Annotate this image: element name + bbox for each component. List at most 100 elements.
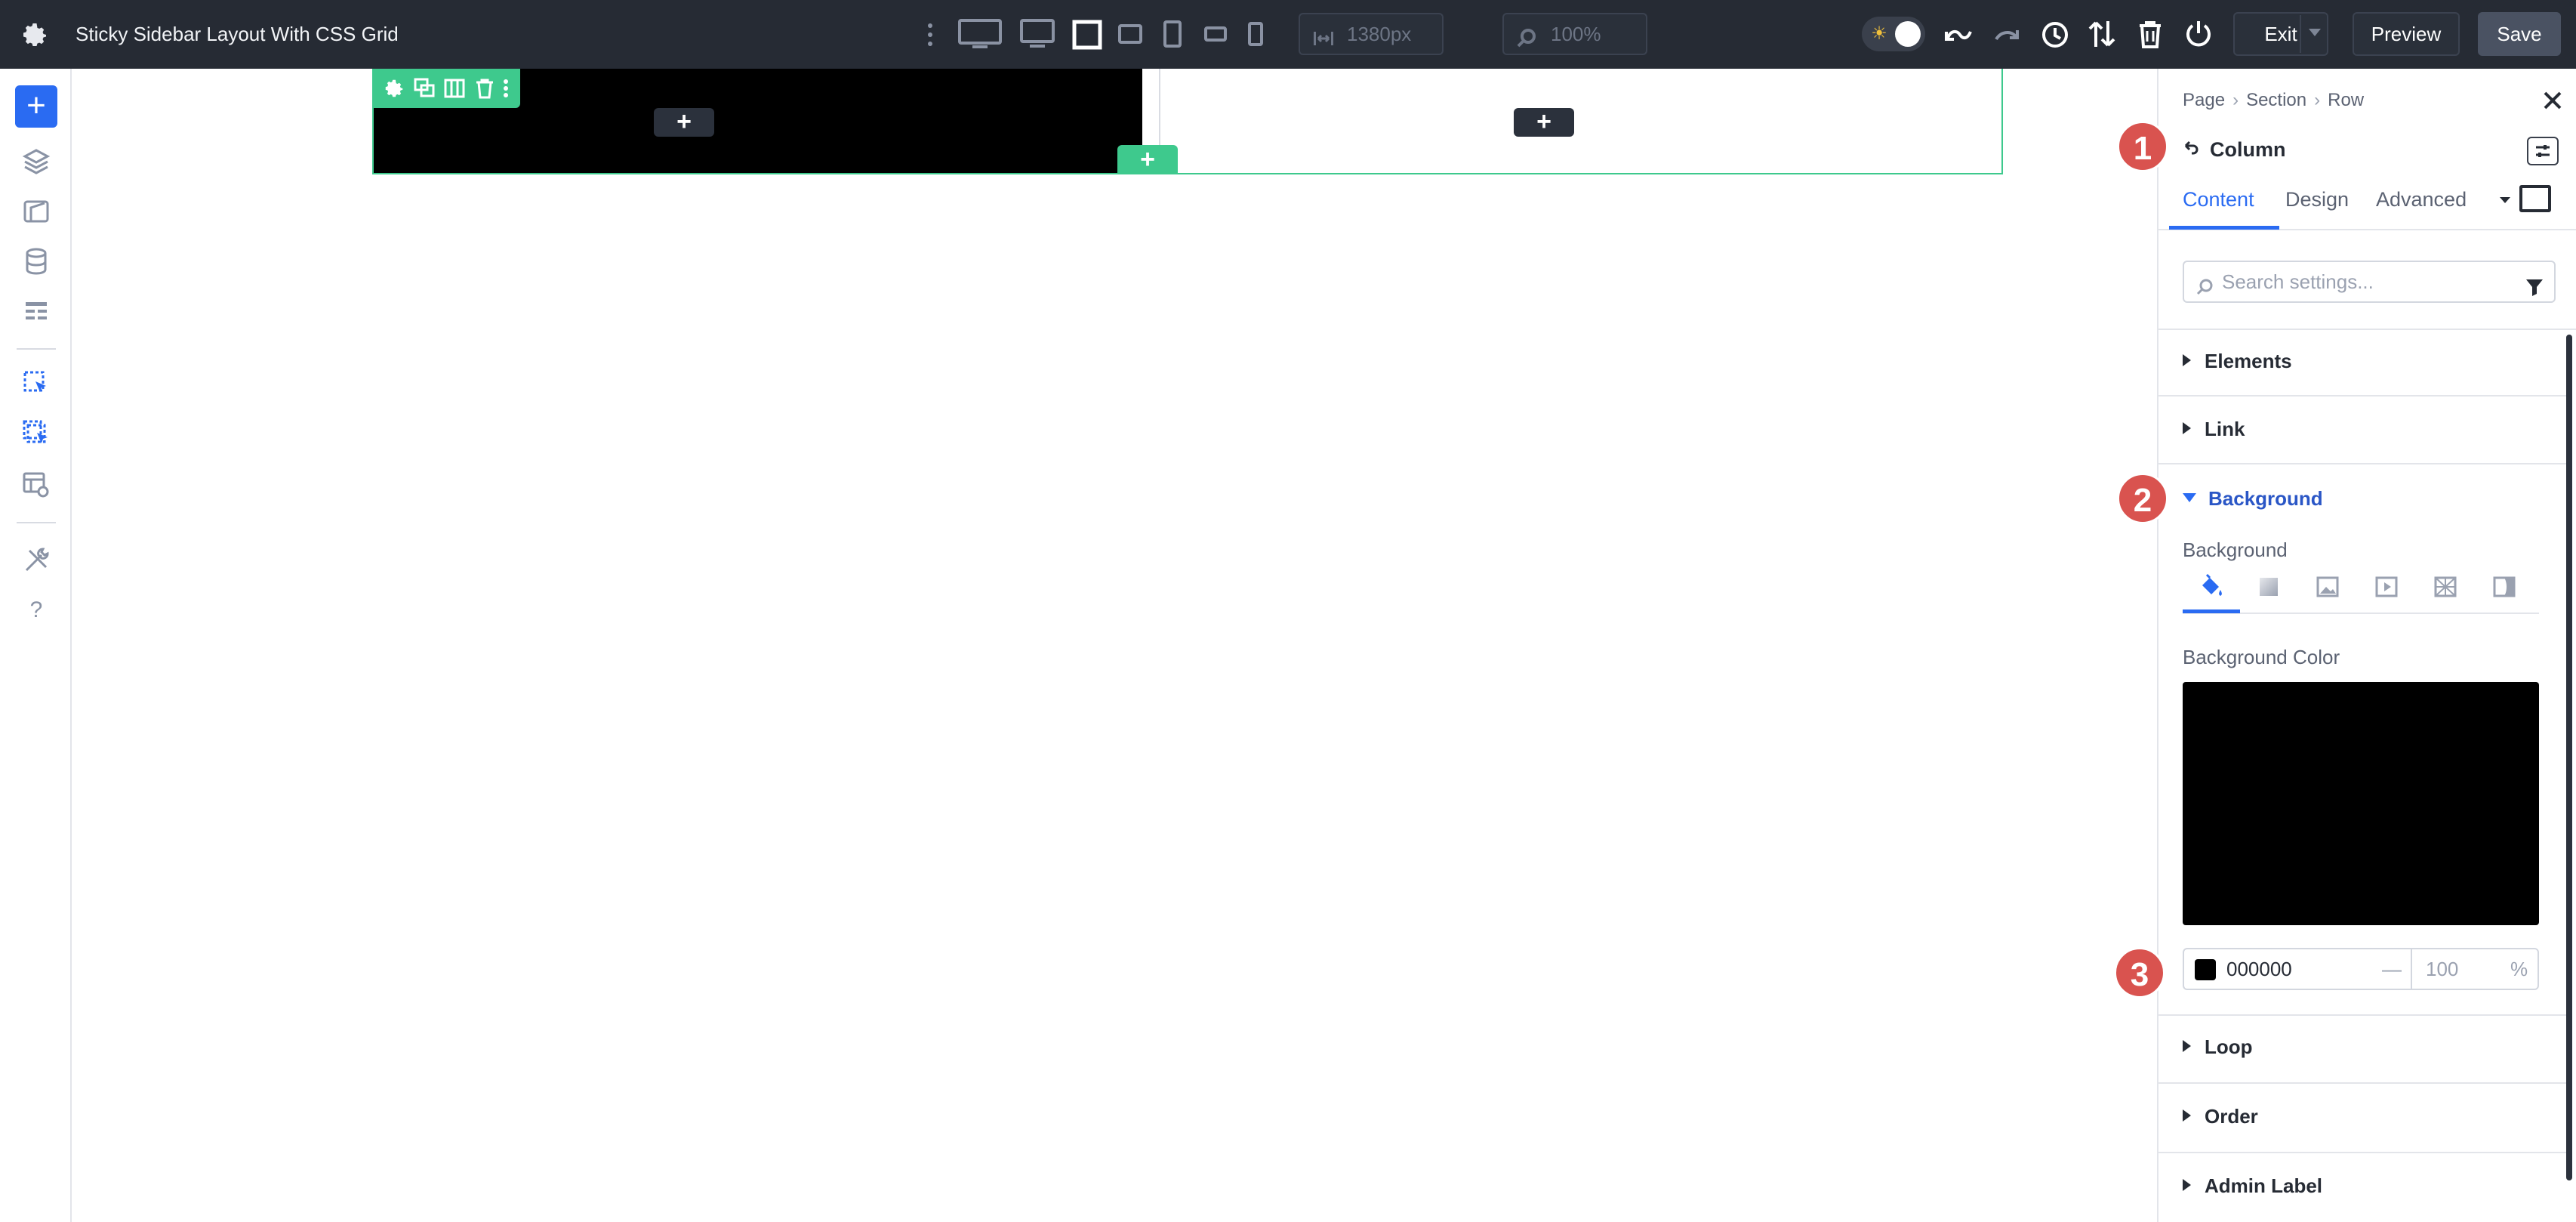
- caret-down-icon: [2183, 493, 2196, 502]
- history-icon[interactable]: [2040, 20, 2070, 50]
- panel-options-icon[interactable]: [2527, 137, 2559, 165]
- desktop-icon[interactable]: [1019, 18, 1055, 50]
- tabs-dropdown-caret-icon[interactable]: [2497, 191, 2513, 208]
- background-color-label: Background Color: [2183, 646, 2340, 668]
- redo-icon[interactable]: [1992, 20, 2022, 50]
- preset-square-icon[interactable]: [2519, 185, 2551, 212]
- section-admin-label[interactable]: Admin Label: [2183, 1174, 2322, 1198]
- background-color-preview[interactable]: [2183, 682, 2539, 925]
- caret-right-icon: [2183, 1040, 2191, 1052]
- background-color-hex[interactable]: 000000: [2226, 949, 2292, 989]
- zoom-field[interactable]: 100%: [1502, 13, 1647, 55]
- top-toolbar: Sticky Sidebar Layout With CSS Grid 1380…: [0, 0, 2576, 69]
- database-icon[interactable]: [22, 247, 51, 276]
- add-element-button[interactable]: +: [15, 85, 57, 128]
- theme-builder-icon[interactable]: [22, 197, 51, 226]
- settings-panel: Page › Section › Row Column Content Design A…: [2157, 69, 2576, 1222]
- section-loop-label: Loop: [2205, 1035, 2253, 1058]
- gradient-icon[interactable]: [2255, 573, 2282, 600]
- panel-divider: [2158, 1014, 2566, 1016]
- column-duplicate-icon[interactable]: [413, 77, 436, 100]
- desktop-wide-icon[interactable]: [957, 18, 1003, 50]
- breadcrumb-page[interactable]: Page: [2183, 90, 2225, 110]
- power-icon[interactable]: [2183, 18, 2214, 50]
- back-arrow-icon[interactable]: [2183, 138, 2202, 162]
- settings-gear-icon[interactable]: [20, 20, 50, 50]
- select-element-icon[interactable]: [22, 369, 51, 398]
- panel-divider: [2158, 329, 2576, 330]
- preview-button[interactable]: Preview: [2353, 12, 2460, 56]
- column-toolbar: [374, 69, 520, 108]
- canvas-width-field[interactable]: 1380px: [1299, 13, 1444, 55]
- caret-right-icon: [2183, 354, 2191, 366]
- pattern-icon[interactable]: [2432, 573, 2459, 600]
- close-icon[interactable]: [2541, 88, 2565, 113]
- search-settings-input[interactable]: Search settings...: [2183, 261, 2556, 303]
- add-module-button-col2[interactable]: +: [1514, 108, 1574, 137]
- section-elements[interactable]: Elements: [2183, 350, 2292, 373]
- layers-icon[interactable]: [22, 147, 51, 176]
- section-elements-label: Elements: [2205, 350, 2292, 372]
- filter-icon[interactable]: [2524, 271, 2545, 296]
- section-background-label: Background: [2208, 487, 2323, 510]
- column-delete-icon[interactable]: [473, 77, 496, 100]
- image-icon[interactable]: [2314, 573, 2341, 600]
- panel-scrollbar[interactable]: [2566, 335, 2572, 1180]
- save-label: Save: [2497, 23, 2542, 45]
- section-link-label: Link: [2205, 418, 2245, 440]
- background-color-input[interactable]: 000000 — 100 %: [2183, 948, 2539, 990]
- tab-content[interactable]: Content: [2183, 188, 2254, 211]
- color-chip[interactable]: [2195, 959, 2216, 980]
- tablet-landscape-icon[interactable]: [1117, 21, 1143, 47]
- zoom-value: 100%: [1551, 23, 1601, 45]
- section-loop[interactable]: Loop: [2183, 1035, 2253, 1059]
- opacity-value[interactable]: 100: [2426, 949, 2458, 989]
- annotation-badge-1: 1: [2117, 121, 2168, 172]
- toggle-knob: [1895, 21, 1921, 47]
- template-preview-icon[interactable]: [22, 471, 51, 499]
- exit-dropdown-caret-icon[interactable]: [2309, 29, 2321, 36]
- builder-canvas[interactable]: + + +: [73, 69, 2157, 1222]
- app-root: Sticky Sidebar Layout With CSS Grid 1380…: [0, 0, 2576, 1222]
- tools-icon[interactable]: [22, 546, 51, 575]
- breadcrumb: Page › Section › Row: [2183, 90, 2364, 111]
- multi-select-icon[interactable]: [22, 419, 51, 448]
- trash-icon[interactable]: [2137, 20, 2164, 50]
- section-background[interactable]: Background: [2183, 487, 2323, 511]
- tab-advanced[interactable]: Advanced: [2376, 188, 2467, 211]
- phone-landscape-icon[interactable]: [1203, 23, 1228, 45]
- layout-list-icon[interactable]: [22, 297, 51, 326]
- theme-toggle[interactable]: ☀: [1862, 17, 1925, 51]
- panel-tabs: Content Design Advanced: [2158, 174, 2576, 230]
- panel-divider: [2158, 463, 2566, 464]
- preview-label: Preview: [2371, 23, 2442, 45]
- annotation-badge-2: 2: [2117, 473, 2168, 524]
- undo-icon[interactable]: [1943, 20, 1974, 50]
- caret-right-icon: [2183, 422, 2191, 434]
- background-sub-label: Background: [2183, 538, 2288, 561]
- laptop-icon[interactable]: [1072, 20, 1102, 50]
- more-vertical-icon[interactable]: [923, 20, 938, 50]
- field-divider: [2411, 949, 2412, 989]
- add-module-button-col1[interactable]: +: [654, 108, 714, 137]
- section-order[interactable]: Order: [2183, 1105, 2258, 1128]
- help-icon[interactable]: ?: [22, 596, 51, 625]
- phone-portrait-icon[interactable]: [1247, 20, 1264, 48]
- portability-icon[interactable]: [2087, 18, 2117, 50]
- mask-icon[interactable]: [2491, 573, 2518, 600]
- tab-design[interactable]: Design: [2285, 188, 2349, 211]
- video-icon[interactable]: [2373, 573, 2400, 600]
- add-row-button[interactable]: +: [1117, 145, 1178, 174]
- column-settings-icon[interactable]: [383, 77, 405, 100]
- column-more-icon[interactable]: [501, 77, 511, 100]
- column-structure-icon[interactable]: [443, 77, 466, 100]
- breadcrumb-row[interactable]: Row: [2328, 90, 2364, 110]
- sun-icon: ☀: [1871, 23, 1887, 44]
- paint-bucket-icon[interactable]: [2198, 573, 2225, 600]
- section-link[interactable]: Link: [2183, 418, 2245, 441]
- width-arrows-icon: [1312, 23, 1335, 46]
- tablet-portrait-icon[interactable]: [1163, 20, 1182, 48]
- breadcrumb-section[interactable]: Section: [2246, 90, 2306, 110]
- save-button[interactable]: Save: [2478, 12, 2561, 56]
- left-sidebar: + ?: [0, 69, 72, 1222]
